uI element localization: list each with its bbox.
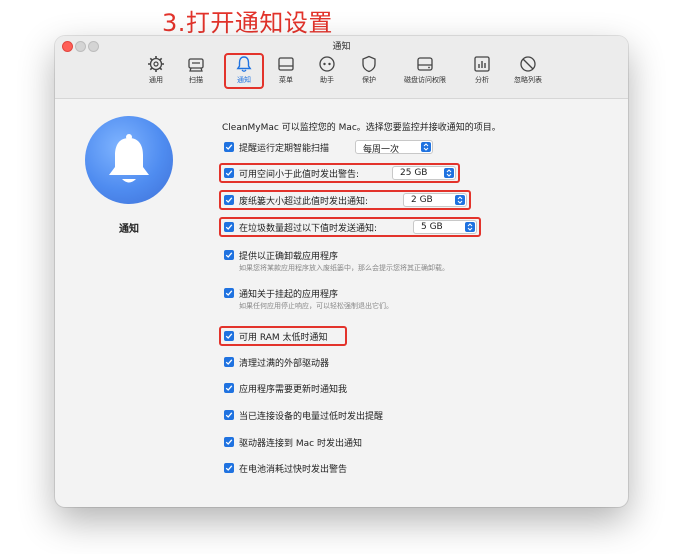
select-value: 每周一次: [363, 145, 400, 155]
highlight-box: [219, 326, 347, 346]
checkbox[interactable]: [224, 288, 234, 298]
toolbar-label: 分析: [475, 76, 489, 84]
notification-app-icon: [85, 116, 173, 204]
checkbox[interactable]: [224, 142, 234, 152]
option-label: 当已连接设备的电量过低时发出提醒: [239, 412, 384, 422]
scan-frequency-select[interactable]: 每周一次: [355, 140, 433, 155]
toolbar-ignore-list[interactable]: 忽略列表: [506, 54, 550, 90]
bell-icon: [109, 134, 149, 183]
highlight-box: [219, 190, 471, 210]
chevron-updown-icon: [421, 142, 431, 152]
notifications-tab-highlight: [224, 53, 264, 89]
checkbox[interactable]: [224, 383, 234, 393]
toolbar-label: 助手: [320, 76, 334, 84]
toolbar-label: 磁盘访问权限: [404, 76, 446, 84]
toolbar-scan[interactable]: 扫描: [179, 54, 213, 90]
intro-text: CleanMyMac 可以监控您的 Mac。选择您要监控并接收通知的项目。: [222, 123, 501, 133]
checkbox[interactable]: [224, 410, 234, 420]
preferences-window: 通知 通用 扫描 通知 菜单 助手 保护 磁盘访问权限 分析 忽略列表 通知 C…: [55, 36, 628, 507]
analytics-icon: [465, 54, 499, 74]
option-hung-apps: 通知关于挂起的应用程序 如果任何应用停止响应，可以轻松强制退出它们。: [222, 285, 582, 313]
option-app-updates: 应用程序需要更新时通知我: [222, 380, 482, 396]
checkbox[interactable]: [224, 250, 234, 260]
toolbar-assistant[interactable]: 助手: [310, 54, 344, 90]
option-label: 通知关于挂起的应用程序: [239, 290, 339, 300]
highlight-box: [219, 217, 481, 237]
option-smart-scan-reminder: 提醒运行定期智能扫描 每周一次: [222, 139, 482, 155]
option-uninstall-apps: 提供以正确卸载应用程序 如果您将某款应用程序放入废纸篓中，那么会提示您将其正确卸…: [222, 247, 582, 275]
highlight-box: [219, 163, 460, 183]
checkbox[interactable]: [224, 437, 234, 447]
scan-icon: [179, 54, 213, 74]
step-caption: 3.打开通知设置: [162, 9, 333, 37]
option-description: 如果任何应用停止响应，可以轻松强制退出它们。: [239, 302, 393, 310]
option-battery-drain: 在电池消耗过快时发出警告: [222, 460, 482, 476]
toolbar-menu[interactable]: 菜单: [269, 54, 303, 90]
option-label: 驱动器连接到 Mac 时发出通知: [239, 439, 362, 449]
option-device-battery: 当已连接设备的电量过低时发出提醒: [222, 407, 482, 423]
option-drive-connected: 驱动器连接到 Mac 时发出通知: [222, 434, 482, 450]
assistant-icon: [310, 54, 344, 74]
checkbox[interactable]: [224, 463, 234, 473]
option-label: 提供以正确卸载应用程序: [239, 252, 339, 262]
toolbar-label: 通用: [149, 76, 163, 84]
toolbar-label: 扫描: [189, 76, 203, 84]
sidebar: 通知: [55, 99, 203, 507]
notification-settings: CleanMyMac 可以监控您的 Mac。选择您要监控并接收通知的项目。 提醒…: [219, 99, 622, 507]
menu-icon: [269, 54, 303, 74]
shield-icon: [352, 54, 386, 74]
option-label: 清理过满的外部驱动器: [239, 359, 330, 369]
ignore-icon: [506, 54, 550, 74]
toolbar-label: 忽略列表: [514, 76, 542, 84]
gear-icon: [139, 54, 173, 74]
option-label: 在电池消耗过快时发出警告: [239, 465, 348, 475]
titlebar: 通知 通用 扫描 通知 菜单 助手 保护 磁盘访问权限 分析 忽略列表: [55, 36, 628, 99]
toolbar-label: 菜单: [279, 76, 293, 84]
window-title: 通知: [332, 42, 351, 52]
option-external-drives: 清理过满的外部驱动器: [222, 354, 482, 370]
toolbar-protection[interactable]: 保护: [352, 54, 386, 90]
toolbar-general[interactable]: 通用: [139, 54, 173, 90]
option-description: 如果您将某款应用程序放入废纸篓中，那么会提示您将其正确卸载。: [239, 264, 449, 272]
option-label: 应用程序需要更新时通知我: [239, 385, 348, 395]
toolbar-disk-access[interactable]: 磁盘访问权限: [396, 54, 454, 90]
toolbar-analytics[interactable]: 分析: [465, 54, 499, 90]
sidebar-title: 通知: [119, 224, 139, 235]
option-label: 提醒运行定期智能扫描: [239, 144, 330, 154]
toolbar-label: 保护: [362, 76, 376, 84]
checkbox[interactable]: [224, 357, 234, 367]
disk-icon: [396, 54, 454, 74]
